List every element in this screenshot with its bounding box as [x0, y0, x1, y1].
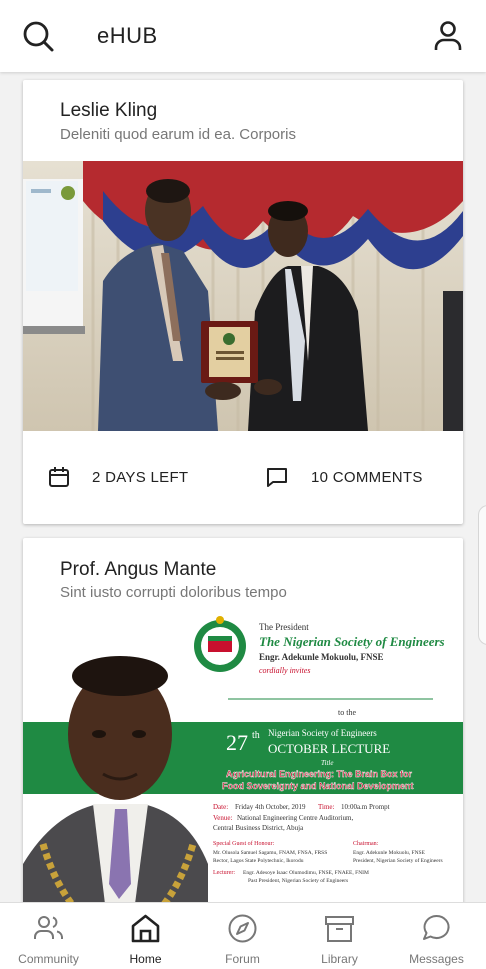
flyer-time-label: Time:	[318, 803, 335, 811]
flyer-venue-line1: National Engineering Centre Auditorium,	[237, 814, 354, 822]
nav-label: Forum	[225, 952, 260, 966]
comment-icon[interactable]	[266, 466, 288, 488]
post-author: Prof. Angus Mante	[60, 559, 217, 580]
nav-community[interactable]: Community	[0, 903, 97, 969]
post-feed[interactable]: Leslie Kling Deleniti quod earum id ea. …	[0, 72, 486, 902]
community-icon	[34, 916, 63, 939]
nav-label: Community	[18, 952, 79, 966]
comments-count[interactable]: 10 COMMENTS	[311, 469, 423, 486]
flyer-president: Engr. Adekunle Mokuolu, FNSE	[259, 652, 383, 662]
flyer-chairman-label: Chairman:	[353, 841, 379, 847]
nav-library[interactable]: Library	[291, 903, 388, 969]
post-subtitle: Sint iusto corrupti doloribus tempo	[60, 584, 287, 601]
post-subtitle: Deleniti quod earum id ea. Corporis	[60, 126, 296, 143]
nav-label: Library	[321, 952, 358, 966]
nav-label: Messages	[409, 952, 464, 966]
flyer-date-label: Date:	[213, 803, 228, 811]
post-author: Leslie Kling	[60, 100, 158, 121]
post-card[interactable]: Leslie Kling Deleniti quod earum id ea. …	[23, 80, 463, 524]
flyer-chairman-line2: President, Nigerian Society of Engineers	[353, 857, 443, 864]
post-meta: 2 DAYS LEFT 10 COMMENTS	[23, 431, 463, 524]
bottom-navigation: Community Home Forum Library Messages	[0, 902, 486, 969]
post-image[interactable]: The President The Nigerian Society of En…	[23, 614, 463, 902]
app-title: eHUB	[97, 23, 158, 48]
flyer-society: The Nigerian Society of Engineers	[259, 634, 445, 649]
archive-icon	[325, 916, 354, 942]
nav-home[interactable]: Home	[97, 903, 194, 969]
flyer-date-value: Friday 4th October, 2019	[235, 803, 306, 811]
nav-forum[interactable]: Forum	[194, 903, 291, 969]
flyer-guest-line2: Rector, Lagos State Polytechnic, Ikorodu	[213, 858, 304, 864]
flyer-topic-line1: Agricultural Engineering: The Brain Box …	[226, 769, 413, 779]
flyer-lecturer-line1: Engr. Adesoye Isaac Olumodimu, FNSE, FNA…	[243, 870, 369, 876]
flyer-lecturer-label: Lecturer:	[213, 870, 235, 876]
user-icon[interactable]	[430, 18, 466, 54]
flyer-time-value: 10:00a.m Prompt	[341, 803, 390, 811]
post-image[interactable]	[23, 161, 463, 431]
compass-icon	[228, 914, 257, 943]
flyer-ordinal-suffix: th	[252, 730, 260, 741]
search-icon[interactable]	[20, 18, 56, 54]
days-left-label: 2 DAYS LEFT	[92, 469, 189, 486]
flyer-presenter: The President	[259, 622, 309, 632]
flyer-lecturer-line2: Past President, Nigerian Society of Engi…	[248, 877, 348, 884]
flyer-lecture-line1: Nigerian Society of Engineers	[268, 728, 377, 738]
edge-drawer-handle[interactable]	[478, 505, 486, 645]
flyer-to-the: to the	[338, 708, 356, 717]
flyer-lecture-line2: OCTOBER LECTURE	[268, 741, 390, 756]
app-header: eHUB	[0, 0, 486, 72]
home-icon	[131, 914, 160, 943]
flyer-venue-line2: Central Business District, Abuja	[213, 824, 304, 832]
chat-bubble-icon	[423, 914, 450, 940]
flyer-invites: cordially invites	[259, 666, 310, 675]
flyer-guest-label: Special Guest of Honour:	[213, 840, 274, 847]
flyer-chairman-line1: Engr. Adekunle Mokuolu, FNSE	[353, 850, 426, 856]
flyer-guest-line1: Mr. Olusola Samuel Sagamu, FNAM, FNSA, F…	[213, 850, 327, 856]
post-card[interactable]: Prof. Angus Mante Sint iusto corrupti do…	[23, 538, 463, 902]
nav-messages[interactable]: Messages	[388, 903, 485, 969]
flyer-venue-label: Venue:	[213, 814, 232, 822]
calendar-icon	[49, 467, 69, 487]
nav-label: Home	[129, 952, 162, 966]
flyer-ordinal: 27	[226, 730, 248, 755]
flyer-title-label: Title	[321, 759, 333, 767]
flyer-topic-line2: Food Sovereignty and National Developmen…	[222, 781, 414, 791]
